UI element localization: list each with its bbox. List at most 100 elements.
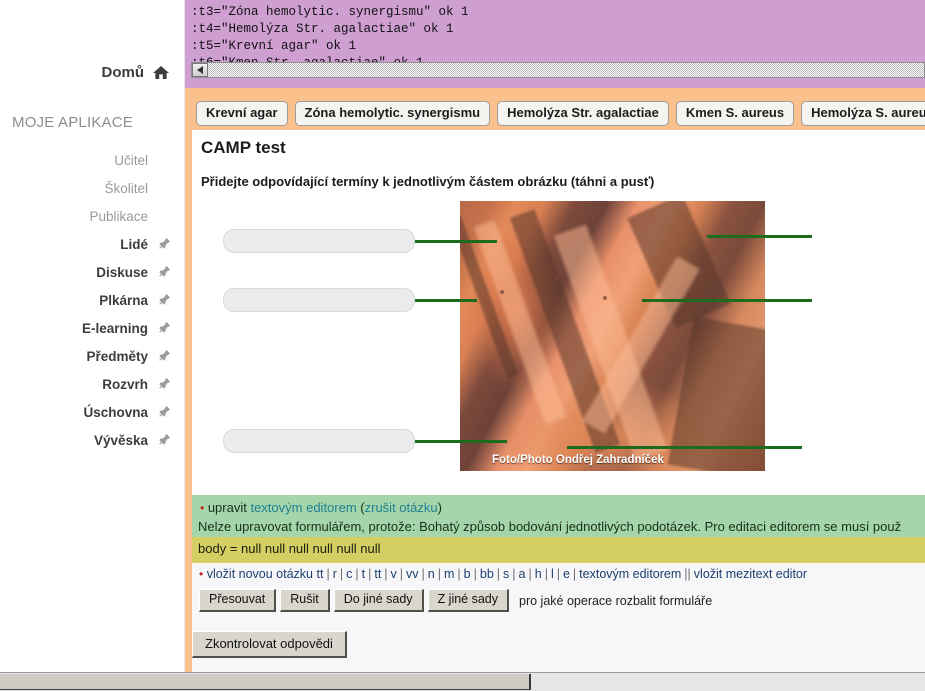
tabstrip-inner: Krevní agar Zóna hemolytic. synergismu H… — [196, 101, 925, 126]
sidebar-section-heading: MOJE APLIKACE — [12, 114, 133, 131]
pin-icon[interactable] — [158, 349, 170, 364]
page-title: CAMP test — [201, 138, 286, 157]
link-code-h[interactable]: h — [535, 567, 542, 581]
sidebar-item-label: Úschovna — [83, 404, 148, 420]
bulk-operations-inner: Přesouvat Rušit Do jiné sady Z jiné sady… — [199, 589, 712, 612]
link-code-n[interactable]: n — [428, 567, 435, 581]
sidebar-item-uschovna[interactable]: Úschovna — [0, 398, 184, 426]
link-code-tt[interactable]: tt — [316, 567, 323, 581]
link-code-bb[interactable]: bb — [480, 567, 494, 581]
dropzone-left-1[interactable] — [223, 229, 415, 253]
sidebar-item-label: Diskuse — [96, 264, 148, 280]
code-preview-panel: :t3="Zóna hemolytic. synergismu" ok 1 :t… — [185, 0, 925, 88]
sidebar-item-predmety[interactable]: Předměty — [0, 342, 184, 370]
leader-line-right-2 — [642, 299, 812, 302]
sidebar-item-plkarna[interactable]: Plkárna — [0, 286, 184, 314]
link-code-vv[interactable]: vv — [406, 567, 419, 581]
link-code-c[interactable]: c — [346, 567, 352, 581]
score-notice-text: body = null null null null null null — [198, 541, 381, 556]
sidebar-item-rozvrh[interactable]: Rozvrh — [0, 370, 184, 398]
link-zrusit-otazku[interactable]: zrušit otázku — [365, 500, 438, 515]
leader-line-left-1 — [415, 240, 497, 243]
pin-icon[interactable] — [158, 377, 170, 392]
link-code-a[interactable]: a — [519, 567, 526, 581]
sidebar-item-label: Vývěska — [93, 432, 148, 448]
check-answers-button[interactable]: Zkontrolovat odpovědi — [192, 631, 347, 658]
question-content: CAMP test Přidejte odpovídající termíny … — [185, 130, 925, 495]
home-icon — [152, 65, 170, 80]
sidebar-item-label: Publikace — [89, 208, 148, 224]
tab-hemolyza-s-aureus[interactable]: Hemolýza S. aureus — [801, 101, 925, 126]
camp-test-photo: Foto/Photo Ondřej Zahradníček — [460, 201, 765, 471]
sidebar-item-label: Rozvrh — [102, 376, 148, 392]
tab-kmen-s-aureus[interactable]: Kmen S. aureus — [675, 101, 795, 126]
score-notice-yellow: body = null null null null null null — [185, 537, 925, 563]
leader-line-right-3 — [567, 446, 802, 449]
linkrow-inner: • vložit novou otázku tt | r | c | t | tt | v | vv | n… — [199, 567, 808, 581]
sidebar-item-ucitel[interactable]: Učitel — [0, 146, 184, 174]
window-horizontal-scrollbar[interactable] — [0, 672, 925, 691]
sidebar-item-label: E-learning — [81, 320, 148, 336]
sidebar-item-home[interactable]: Domů — [102, 64, 171, 81]
dropzone-left-3[interactable] — [223, 429, 415, 453]
pin-icon[interactable] — [158, 321, 170, 336]
pin-icon[interactable] — [158, 265, 170, 280]
link-code-r[interactable]: r — [333, 567, 337, 581]
sidebar-item-publikace[interactable]: Publikace — [0, 202, 184, 230]
pin-icon[interactable] — [158, 237, 170, 252]
link-code-s[interactable]: s — [503, 567, 509, 581]
sidebar-item-lide[interactable]: Lidé — [0, 230, 184, 258]
sidebar-nav-list: Učitel Školitel Publikace Lidé Diskuse P… — [0, 146, 184, 454]
edit-notice-pre: upravit — [207, 500, 251, 515]
link-vlozit-mezitext-editor[interactable]: vložit mezitext editor — [694, 567, 807, 581]
tab-krevni-agar[interactable]: Krevní agar — [196, 101, 288, 126]
sidebar-home-label: Domů — [101, 64, 145, 81]
photo-image — [460, 201, 765, 471]
z-jine-sady-button[interactable]: Z jiné sady — [427, 589, 510, 612]
sidebar-item-label: Lidé — [120, 236, 148, 252]
sidebar-item-e-learning[interactable]: E-learning — [0, 314, 184, 342]
link-code-tt2[interactable]: tt — [374, 567, 381, 581]
subquestion-tabstrip: Krevní agar Zóna hemolytic. synergismu H… — [185, 88, 925, 130]
link-code-t[interactable]: t — [362, 567, 365, 581]
link-code-b[interactable]: b — [464, 567, 471, 581]
rusit-button[interactable]: Rušit — [280, 589, 330, 612]
sidebar-item-label: Školitel — [104, 180, 148, 196]
bulk-operations-bar: Přesouvat Rušit Do jiné sady Z jiné sady… — [185, 586, 925, 614]
presouvat-button[interactable]: Přesouvat — [199, 589, 277, 612]
sidebar-item-vyveska[interactable]: Vývěska — [0, 426, 184, 454]
check-answers-wrap: Zkontrolovat odpovědi — [192, 631, 347, 658]
code-panel-hscrollbar[interactable] — [191, 62, 925, 78]
pin-icon[interactable] — [158, 405, 170, 420]
bullet-icon: • — [199, 567, 204, 581]
do-jine-sady-button[interactable]: Do jiné sady — [333, 589, 424, 612]
leader-line-left-3 — [415, 440, 507, 443]
pin-icon[interactable] — [158, 293, 170, 308]
edit-notice-line2: Nelze upravovat formulářem, protože: Boh… — [198, 519, 902, 534]
sidebar-item-skolitel[interactable]: Školitel — [0, 174, 184, 202]
sidebar-item-label: Plkárna — [99, 292, 148, 308]
pin-icon[interactable] — [158, 433, 170, 448]
link-code-m[interactable]: m — [444, 567, 454, 581]
sidebar-item-diskuse[interactable]: Diskuse — [0, 258, 184, 286]
question-instruction: Přidejte odpovídající termíny k jednotli… — [201, 174, 655, 189]
link-textovym-editorem-2[interactable]: textovým editorem — [579, 567, 681, 581]
tab-hemolyza-str-agalactiae[interactable]: Hemolýza Str. agalactiae — [497, 101, 669, 126]
triangle-left-icon[interactable] — [192, 63, 208, 77]
sidebar: Domů MOJE APLIKACE Učitel Školitel Publi… — [0, 0, 185, 672]
link-textovym-editorem[interactable]: textovým editorem — [250, 500, 356, 515]
tab-zona-hemolytic-synergismu[interactable]: Zóna hemolytic. synergismu — [294, 101, 491, 126]
sidebar-item-label: Učitel — [114, 152, 148, 168]
link-code-l[interactable]: l — [551, 567, 554, 581]
dropzone-left-2[interactable] — [223, 288, 415, 312]
sidebar-item-label: Předměty — [86, 348, 148, 364]
leader-line-left-2 — [415, 299, 477, 302]
link-code-e[interactable]: e — [563, 567, 570, 581]
bulk-operations-hint: pro jaké operace rozbalit formuláře — [519, 593, 713, 608]
scrollbar-thumb[interactable] — [0, 674, 531, 690]
page-root: Domů MOJE APLIKACE Učitel Školitel Publi… — [0, 0, 925, 691]
linkrow-lead: vložit novou otázku — [206, 567, 313, 581]
link-code-v[interactable]: v — [391, 567, 397, 581]
edit-notice-mid: ( — [356, 500, 365, 515]
photo-credit: Foto/Photo Ondřej Zahradníček — [492, 454, 664, 466]
